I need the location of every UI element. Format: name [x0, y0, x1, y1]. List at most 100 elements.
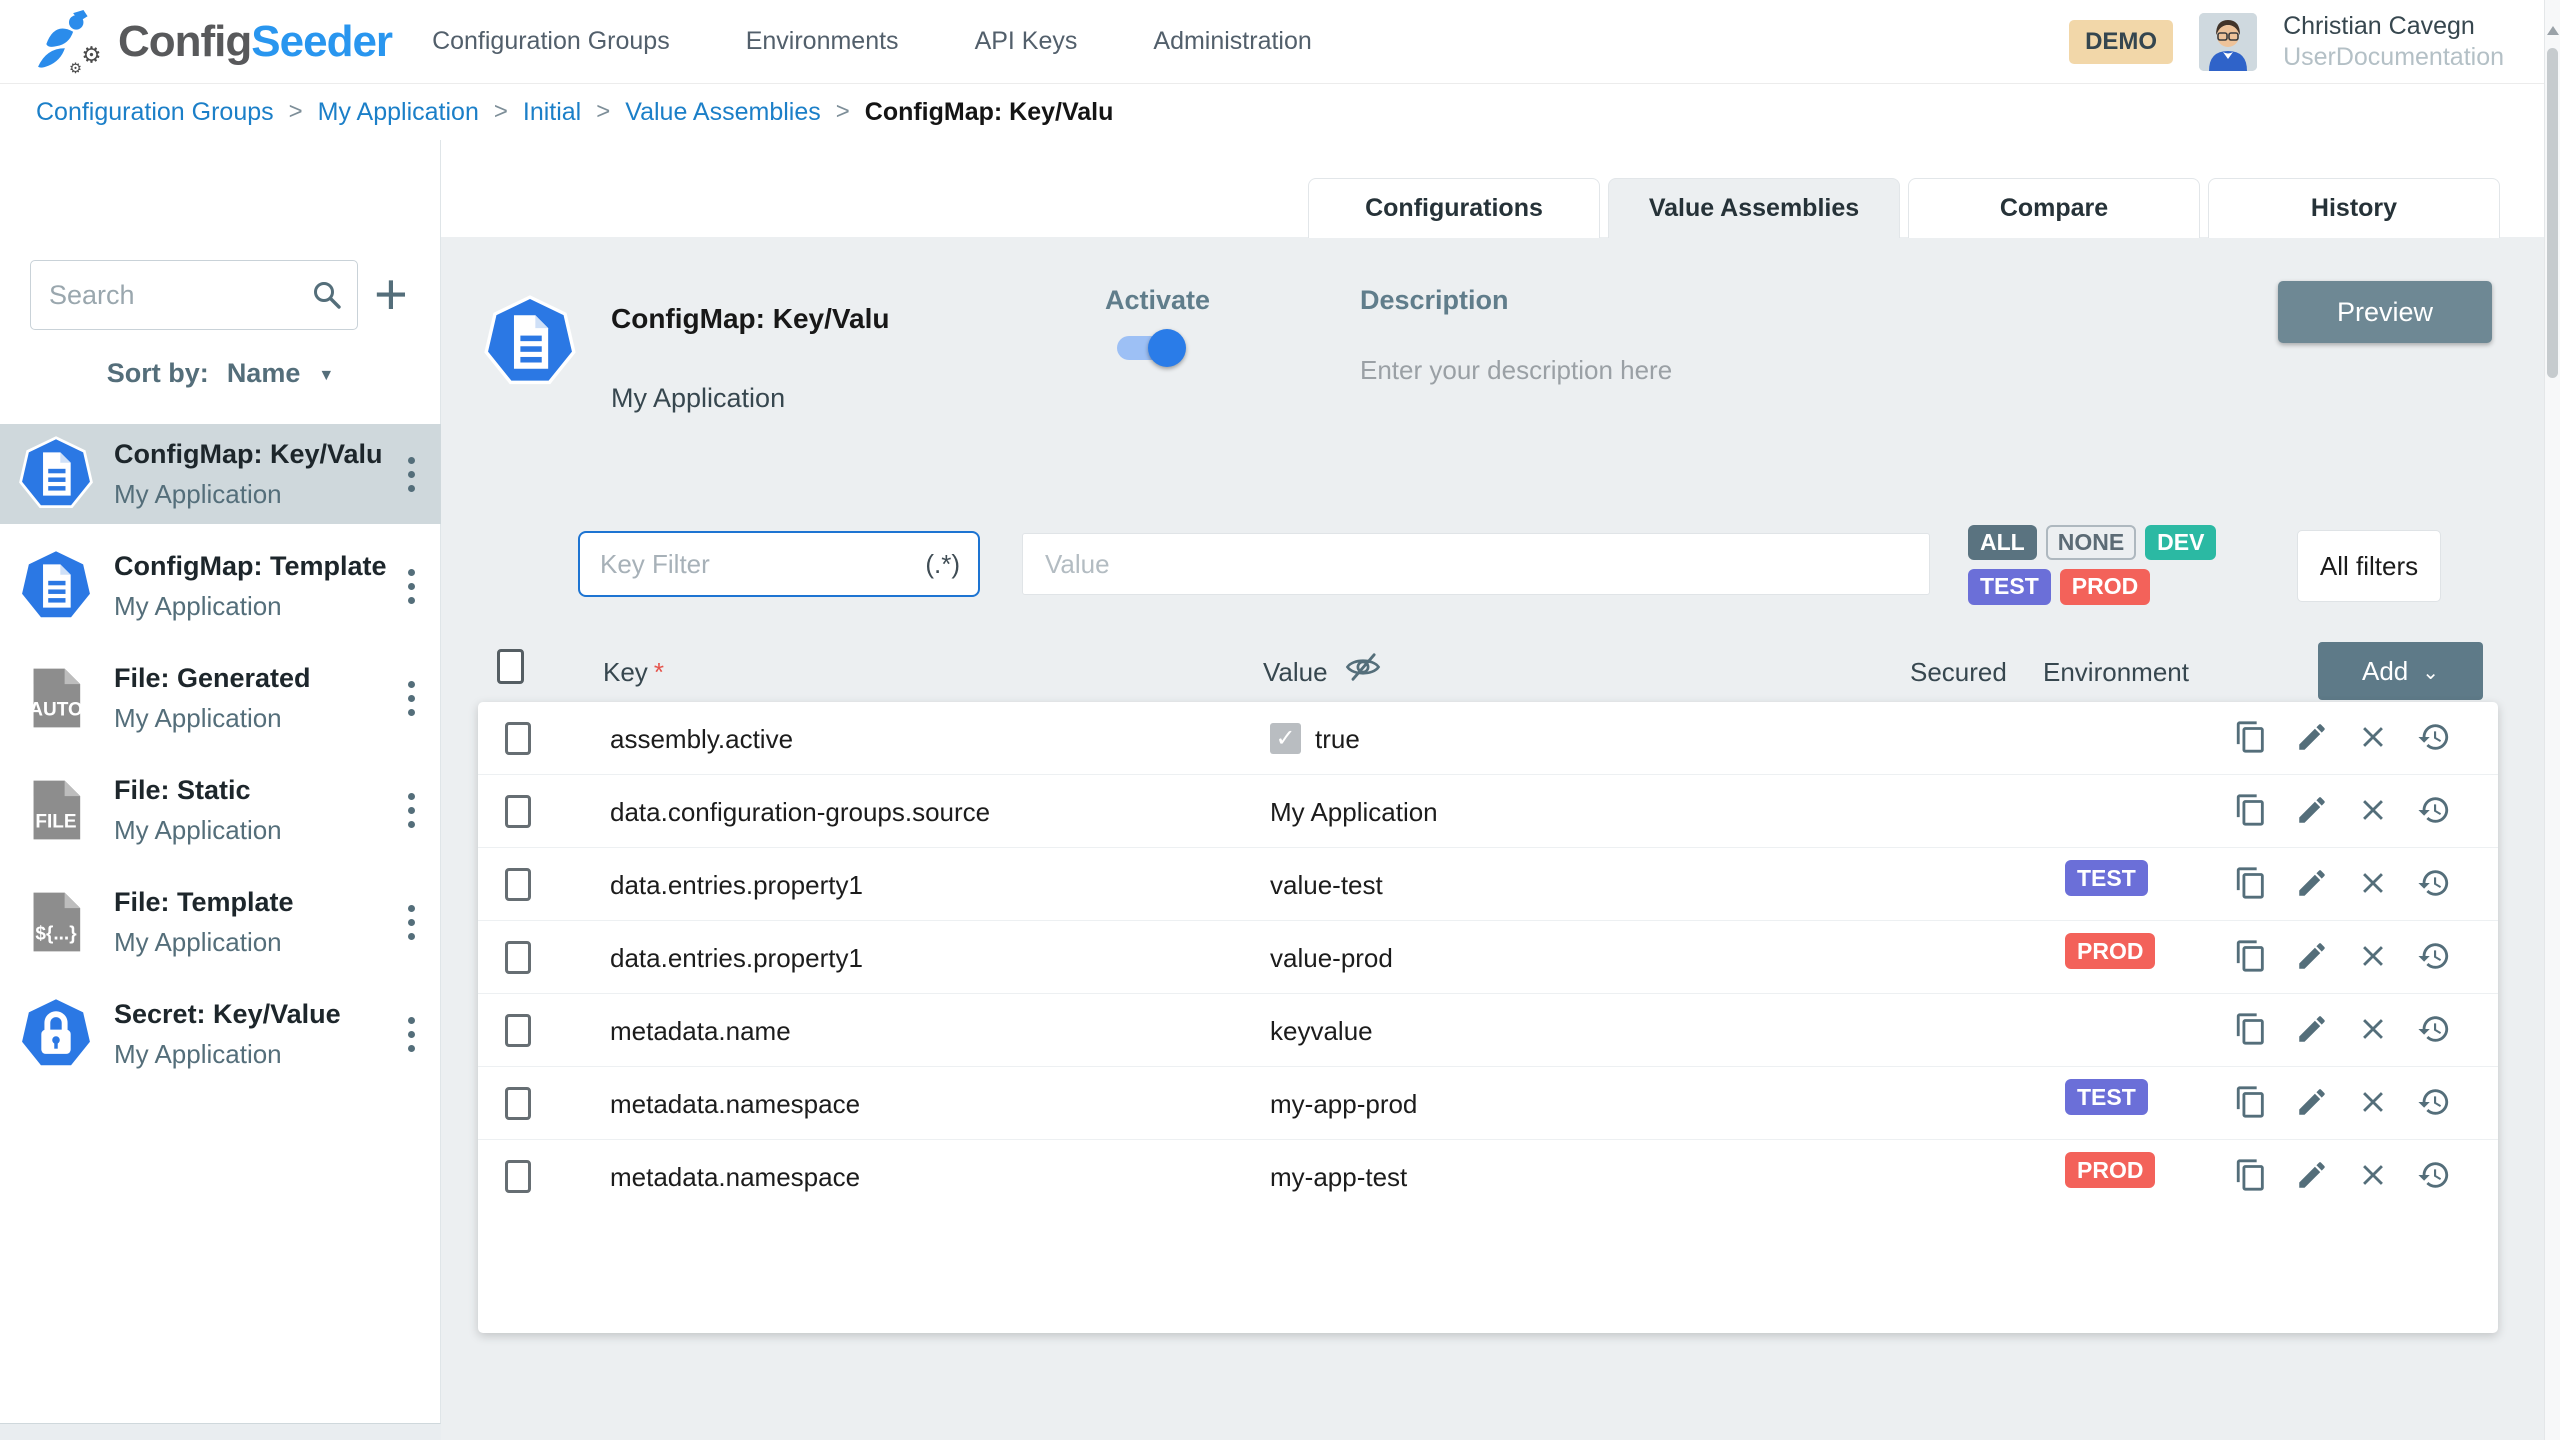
history-button[interactable] [2417, 720, 2451, 754]
history-icon [2417, 939, 2451, 973]
copy-button[interactable] [2234, 1012, 2268, 1046]
delete-button[interactable] [2356, 939, 2390, 973]
edit-pencil-icon [2295, 720, 2329, 754]
edit-button[interactable] [2295, 1085, 2329, 1119]
edit-button[interactable] [2295, 1158, 2329, 1192]
add-button[interactable]: Add⌄ [2318, 642, 2483, 700]
env-filter-badge-none[interactable]: NONE [2046, 525, 2136, 560]
delete-x-icon [2356, 866, 2390, 900]
kebab-menu-icon[interactable] [393, 681, 429, 716]
all-filters-button[interactable]: All filters [2297, 530, 2441, 602]
table-row: metadata.namespacemy-app-prodTEST [478, 1067, 2498, 1140]
sidebar-item-secret-key-value[interactable]: Secret: Key/ValueMy Application [0, 984, 441, 1084]
edit-button[interactable] [2295, 793, 2329, 827]
history-button[interactable] [2417, 939, 2451, 973]
user-name: Christian Cavegn [2283, 11, 2504, 42]
delete-button[interactable] [2356, 793, 2390, 827]
history-button[interactable] [2417, 1012, 2451, 1046]
sort-caret-icon[interactable]: ▼ [318, 367, 334, 385]
copy-button[interactable] [2234, 720, 2268, 754]
nav-item-administration[interactable]: Administration [1153, 27, 1311, 56]
scroll-up-arrow-icon[interactable] [2547, 26, 2559, 35]
value-filter-input[interactable] [1045, 549, 1907, 580]
search-icon[interactable] [311, 279, 343, 311]
search-input[interactable] [49, 280, 311, 311]
svg-text:FILE: FILE [35, 811, 76, 832]
breadcrumb-link-initial[interactable]: Initial [523, 98, 581, 127]
edit-button[interactable] [2295, 866, 2329, 900]
description-placeholder[interactable]: Enter your description here [1360, 355, 1672, 386]
kebab-menu-icon[interactable] [393, 457, 429, 492]
copy-button[interactable] [2234, 793, 2268, 827]
kebab-menu-icon[interactable] [393, 905, 429, 940]
page-scrollbar[interactable] [2544, 0, 2560, 1440]
configmap-icon [18, 436, 94, 512]
edit-button[interactable] [2295, 720, 2329, 754]
sidebar-item-file-static[interactable]: FILEFile: StaticMy Application [0, 760, 441, 860]
row-checkbox[interactable] [505, 868, 531, 901]
nav-item-environments[interactable]: Environments [746, 27, 899, 56]
sidebar-item-file-template[interactable]: ${...}File: TemplateMy Application [0, 872, 441, 972]
history-button[interactable] [2417, 1085, 2451, 1119]
delete-button[interactable] [2356, 1085, 2390, 1119]
row-checkbox[interactable] [505, 941, 531, 974]
values-table: assembly.active✓truedata.configuration-g… [478, 702, 2498, 1333]
copy-button[interactable] [2234, 866, 2268, 900]
activate-toggle[interactable] [1117, 335, 1183, 361]
breadcrumb-separator: > [289, 98, 303, 126]
user-avatar[interactable] [2199, 13, 2257, 71]
sort-value[interactable]: Name [227, 358, 301, 389]
tab-value-assemblies[interactable]: Value Assemblies [1608, 178, 1900, 238]
key-filter-input[interactable] [600, 549, 917, 580]
row-checkbox[interactable] [505, 1160, 531, 1193]
row-checkbox[interactable] [505, 1014, 531, 1047]
breadcrumb-separator: > [596, 98, 610, 126]
env-filter-badge-prod[interactable]: PROD [2060, 569, 2150, 604]
sidebar-item-configmap-template[interactable]: ConfigMap: TemplateMy Application [0, 536, 441, 636]
edit-button[interactable] [2295, 939, 2329, 973]
copy-button[interactable] [2234, 939, 2268, 973]
row-value: value-prod [1270, 943, 1393, 974]
tab-configurations[interactable]: Configurations [1308, 178, 1600, 238]
delete-button[interactable] [2356, 866, 2390, 900]
row-checkbox[interactable] [505, 722, 531, 755]
select-all-checkbox[interactable] [497, 649, 524, 684]
user-block[interactable]: Christian Cavegn UserDocumentation [2283, 11, 2504, 72]
secret-lock-icon [18, 996, 94, 1072]
row-checkbox[interactable] [505, 1087, 531, 1120]
history-button[interactable] [2417, 793, 2451, 827]
delete-x-icon [2356, 1158, 2390, 1192]
nav-item-configuration-groups[interactable]: Configuration Groups [432, 27, 670, 56]
key-filter-box: (.*) [578, 531, 980, 597]
edit-button[interactable] [2295, 1012, 2329, 1046]
kebab-menu-icon[interactable] [393, 793, 429, 828]
sidebar-item-file-generated[interactable]: AUTOFile: GeneratedMy Application [0, 648, 441, 748]
add-value-assembly-button[interactable]: + [374, 265, 408, 325]
breadcrumb-link-value-assemblies[interactable]: Value Assemblies [625, 98, 820, 127]
env-filter-badge-dev[interactable]: DEV [2145, 525, 2216, 560]
kebab-menu-icon[interactable] [393, 569, 429, 604]
row-value: my-app-test [1270, 1162, 1407, 1193]
delete-button[interactable] [2356, 720, 2390, 754]
history-button[interactable] [2417, 1158, 2451, 1192]
copy-button[interactable] [2234, 1158, 2268, 1192]
file-icon: FILE [18, 772, 94, 848]
breadcrumb-link-configuration-groups[interactable]: Configuration Groups [36, 98, 274, 127]
env-filter-badge-test[interactable]: TEST [1968, 569, 2051, 604]
breadcrumb-link-my-application[interactable]: My Application [318, 98, 479, 127]
nav-item-api-keys[interactable]: API Keys [975, 27, 1078, 56]
tab-history[interactable]: History [2208, 178, 2500, 238]
hide-values-eye-slash-icon[interactable] [1343, 647, 1383, 687]
scrollbar-thumb[interactable] [2547, 48, 2558, 378]
history-button[interactable] [2417, 866, 2451, 900]
copy-icon [2234, 720, 2268, 754]
copy-button[interactable] [2234, 1085, 2268, 1119]
tab-compare[interactable]: Compare [1908, 178, 2200, 238]
row-checkbox[interactable] [505, 795, 531, 828]
kebab-menu-icon[interactable] [393, 1017, 429, 1052]
delete-button[interactable] [2356, 1012, 2390, 1046]
preview-button[interactable]: Preview [2278, 281, 2492, 343]
delete-button[interactable] [2356, 1158, 2390, 1192]
sidebar-item-configmap-key-valu[interactable]: ConfigMap: Key/ValuMy Application [0, 424, 441, 524]
env-filter-badge-all[interactable]: ALL [1968, 525, 2037, 560]
